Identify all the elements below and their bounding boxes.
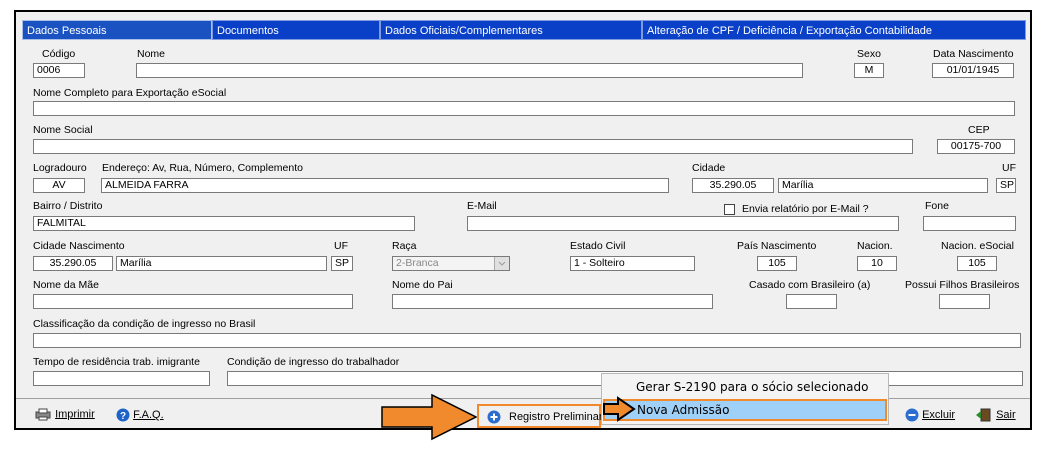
label-fone: Fone	[925, 200, 949, 212]
label-logradouro: Logradouro	[33, 162, 87, 174]
envia-relatorio-checkbox[interactable]	[724, 204, 735, 215]
label-nome-pai: Nome do Pai	[392, 279, 453, 291]
label-data-nascimento: Data Nascimento	[933, 48, 1014, 60]
exit-door-icon	[975, 408, 996, 422]
cep-field[interactable]: 00175-700	[937, 139, 1015, 154]
label-pais-nascimento: País Nascimento	[737, 240, 817, 252]
context-menu: Gerar S-2190 para o sócio selecionado No…	[601, 373, 889, 425]
nacion-field[interactable]: 10	[857, 256, 897, 271]
faq-button[interactable]: ? F.A.Q.	[116, 408, 164, 422]
label-cidade: Cidade	[692, 162, 726, 174]
label-casado-brasileiro: Casado com Brasileiro (a)	[749, 279, 871, 291]
logradouro-field[interactable]: AV	[33, 178, 85, 193]
codigo-field[interactable]: 0006	[33, 63, 85, 78]
printer-icon	[34, 408, 55, 421]
cidade-nascimento-nome-field[interactable]: Marília	[116, 256, 327, 271]
endereco-field[interactable]: ALMEIDA FARRA	[101, 178, 669, 193]
casado-brasileiro-field[interactable]	[786, 294, 837, 309]
svg-text:?: ?	[120, 411, 126, 422]
label-uf-nascimento: UF	[334, 240, 348, 252]
label-nacion-esocial: Nacion. eSocial	[941, 240, 1014, 252]
label-estado-civil: Estado Civil	[570, 240, 626, 252]
sexo-field[interactable]: M	[854, 63, 884, 78]
label-nacion: Nacion.	[857, 240, 893, 252]
tab-dados-pessoais[interactable]: Dados Pessoais	[22, 20, 212, 40]
label-nome: Nome	[137, 48, 166, 60]
label-nome-completo: Nome Completo para Exportação eSocial	[33, 87, 227, 99]
label-email: E-Mail	[467, 200, 497, 212]
label-classificacao: Classificação da condição de ingresso no…	[33, 318, 256, 330]
label-tempo-residencia: Tempo de residência trab. imigrante	[33, 356, 200, 368]
imprimir-label: Imprimir	[55, 408, 95, 421]
nome-mae-field[interactable]	[33, 294, 353, 309]
label-cep: CEP	[968, 124, 990, 136]
tab-documentos[interactable]: Documentos	[212, 20, 380, 40]
sair-label: Sair	[996, 408, 1016, 421]
nacion-esocial-field[interactable]: 105	[957, 256, 997, 271]
nome-field[interactable]	[136, 63, 803, 78]
nome-social-field[interactable]	[33, 139, 913, 154]
estado-civil-field[interactable]: 1 - Solteiro	[570, 256, 695, 271]
label-possui-filhos: Possui Filhos Brasileiros	[905, 279, 1020, 291]
label-envia-relatorio: Envia relatório por E-Mail ?	[742, 203, 869, 215]
raca-select[interactable]: 2-Branca	[392, 256, 510, 271]
faq-label: F.A.Q.	[133, 408, 164, 421]
imprimir-button[interactable]: Imprimir	[34, 408, 95, 421]
nome-pai-field[interactable]	[392, 294, 713, 309]
tab-alteracao-cpf[interactable]: Alteração de CPF / Deficiência / Exporta…	[642, 20, 1026, 40]
label-nome-social: Nome Social	[33, 124, 93, 136]
menu-item-nova-admissao[interactable]: Nova Admissão	[603, 399, 887, 421]
raca-value: 2-Branca	[396, 257, 439, 269]
pointer-arrow-icon	[603, 396, 636, 422]
excluir-label: Excluir	[922, 408, 956, 421]
label-raca: Raça	[392, 240, 417, 252]
possui-filhos-field[interactable]	[939, 294, 990, 309]
label-cidade-nascimento: Cidade Nascimento	[33, 240, 125, 252]
registro-preliminar-button[interactable]: Registro Preliminar	[477, 404, 603, 428]
tempo-residencia-field[interactable]	[33, 371, 210, 386]
cidade-codigo-field[interactable]: 35.290.05	[692, 178, 774, 193]
label-nome-mae: Nome da Mãe	[33, 279, 99, 291]
label-endereco: Endereço: Av, Rua, Número, Complemento	[102, 162, 303, 174]
excluir-button[interactable]: Excluir	[905, 408, 955, 422]
classificacao-field[interactable]	[33, 333, 1021, 348]
email-field[interactable]	[467, 216, 899, 231]
arrow-annotation-icon	[381, 393, 478, 441]
menu-item-gerar-s2190[interactable]: Gerar S-2190 para o sócio selecionado	[636, 380, 868, 394]
uf-nascimento-field[interactable]: SP	[331, 256, 353, 271]
sair-button[interactable]: Sair	[975, 408, 1016, 422]
pais-nascimento-field[interactable]: 105	[757, 256, 797, 271]
add-circle-icon	[487, 410, 501, 427]
registro-preliminar-label: Registro Preliminar	[509, 411, 603, 423]
bairro-field[interactable]: FALMITAL	[33, 216, 415, 231]
fone-field[interactable]	[923, 216, 1016, 231]
cidade-nome-field[interactable]: Marília	[778, 178, 988, 193]
menu-item-nova-admissao-label: Nova Admissão	[637, 403, 730, 417]
uf-field[interactable]: SP	[996, 178, 1016, 193]
label-bairro: Bairro / Distrito	[33, 200, 103, 212]
data-nascimento-field[interactable]: 01/01/1945	[932, 63, 1014, 78]
label-sexo: Sexo	[857, 48, 881, 60]
tab-dados-oficiais[interactable]: Dados Oficiais/Complementares	[380, 20, 642, 40]
help-icon: ?	[116, 408, 133, 422]
chevron-down-icon[interactable]	[494, 257, 509, 270]
label-codigo: Código	[42, 48, 76, 60]
label-uf: UF	[1002, 162, 1016, 174]
cidade-nascimento-codigo-field[interactable]: 35.290.05	[33, 256, 113, 271]
nome-completo-field[interactable]	[33, 101, 1015, 116]
label-condicao-ingresso: Condição de ingresso do trabalhador	[227, 356, 400, 368]
minus-circle-icon	[905, 408, 922, 422]
